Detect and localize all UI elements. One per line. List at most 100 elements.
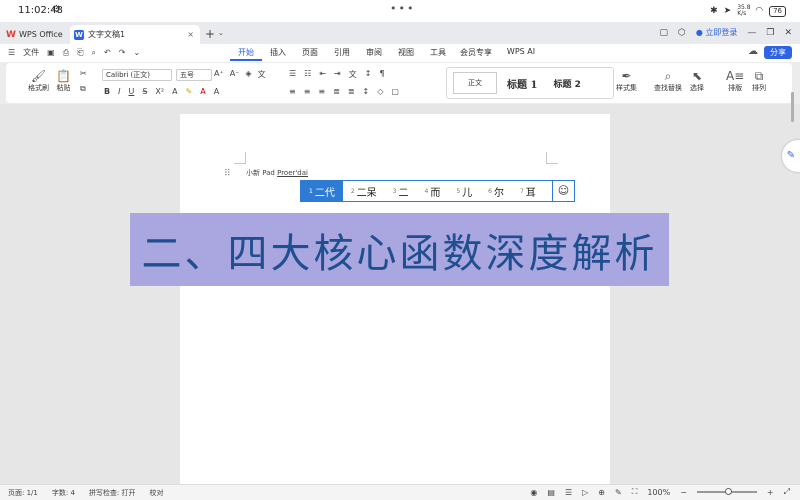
tab-page[interactable]: 页面 xyxy=(294,47,326,61)
tab-wps-ai[interactable]: WPS AI xyxy=(498,47,544,61)
skin-icon[interactable]: ⬡ xyxy=(678,28,686,38)
window-handle-dots[interactable]: ••• xyxy=(390,2,415,15)
eye-protection-icon[interactable]: ◉ xyxy=(530,488,537,497)
font-size-select[interactable]: 五号 xyxy=(176,69,212,81)
ime-candidate[interactable]: 5儿 xyxy=(448,181,480,201)
close-window-icon[interactable]: ✕ xyxy=(784,28,792,38)
save-icon[interactable]: ▣ xyxy=(47,48,55,57)
zoom-out-icon[interactable]: − xyxy=(680,488,687,497)
style-normal[interactable]: 正文 xyxy=(453,72,497,94)
font-color-icon[interactable]: A xyxy=(200,87,205,96)
cloud-sync-icon[interactable]: ☁ xyxy=(748,46,758,57)
text-effect-icon[interactable]: A xyxy=(172,87,177,96)
zoom-slider[interactable] xyxy=(696,488,757,495)
bullet-list-icon[interactable]: ☰ xyxy=(289,69,296,80)
ime-candidate[interactable]: 4而 xyxy=(416,181,448,201)
ime-candidate[interactable]: 6尔 xyxy=(480,181,512,201)
cut-icon[interactable]: ✂ xyxy=(80,69,87,78)
word-count[interactable]: 字数: 4 xyxy=(52,488,75,498)
login-button[interactable]: ● 立即登录 xyxy=(696,27,738,38)
page-count[interactable]: 页面: 1/1 xyxy=(8,488,38,498)
italic-icon[interactable]: I xyxy=(118,87,120,96)
preview-icon[interactable]: ⌕ xyxy=(92,48,96,58)
bold-icon[interactable]: B xyxy=(104,87,110,96)
align-left-icon[interactable]: ≡ xyxy=(289,87,296,96)
font-family-select[interactable]: Calibri (正文) xyxy=(102,69,172,81)
zoom-level[interactable]: 100% xyxy=(647,488,670,497)
fullscreen-icon[interactable]: ⛶ xyxy=(632,487,638,497)
write-mode-icon[interactable]: ✎ xyxy=(615,488,622,497)
copy-icon[interactable]: ⧉ xyxy=(80,84,87,94)
shading-icon[interactable]: ◇ xyxy=(377,87,383,96)
decrease-indent-icon[interactable]: ⇤ xyxy=(319,69,326,80)
new-tab-button[interactable]: + xyxy=(205,27,215,41)
typeset-button[interactable]: A≡ 排版 xyxy=(726,69,744,93)
paragraph-drag-handle-icon[interactable]: ⠿ xyxy=(224,169,231,179)
page-view-icon[interactable]: ▤ xyxy=(547,488,555,497)
strikethrough-icon[interactable]: S̶ xyxy=(142,87,147,96)
export-pdf-icon[interactable]: ⎙ xyxy=(63,48,69,58)
document-page[interactable] xyxy=(180,114,610,484)
clear-format-icon[interactable]: ◈ xyxy=(245,69,251,80)
style-heading-1[interactable]: 标题 1 xyxy=(507,76,537,91)
justify-icon[interactable]: ≣ xyxy=(333,87,340,96)
tab-home[interactable]: 开始 xyxy=(230,47,262,61)
emoji-icon[interactable]: ☺ xyxy=(552,181,574,201)
print-icon[interactable]: ⎗ xyxy=(77,48,83,58)
web-view-icon[interactable]: ⊕ xyxy=(598,488,605,497)
style-heading-2[interactable]: 标题 2 xyxy=(553,77,580,90)
spell-check-status[interactable]: 拼写检查: 打开 xyxy=(89,488,136,498)
ime-candidate[interactable]: 2 二呆 xyxy=(343,181,385,201)
align-center-icon[interactable]: ≡ xyxy=(304,87,311,96)
paste-button[interactable]: 📋 粘贴 xyxy=(56,69,71,93)
superscript-icon[interactable]: X² xyxy=(155,87,164,96)
tab-review[interactable]: 审阅 xyxy=(358,47,390,61)
ime-candidate[interactable]: 7耳 xyxy=(512,181,544,201)
chinese-layout-icon[interactable]: 文 xyxy=(349,69,357,80)
distributed-icon[interactable]: ≣ xyxy=(348,87,355,96)
maximize-icon[interactable]: ❐ xyxy=(766,28,774,38)
tab-references[interactable]: 引用 xyxy=(326,47,358,61)
char-border-icon[interactable]: A xyxy=(214,87,219,96)
outline-view-icon[interactable]: ☰ xyxy=(565,488,572,497)
fit-width-icon[interactable]: ⤢ xyxy=(784,487,790,497)
minimize-icon[interactable]: — xyxy=(747,28,756,38)
format-painter-button[interactable]: 🖌 格式刷 xyxy=(28,69,49,93)
tab-tools[interactable]: 工具 xyxy=(422,47,454,61)
close-tab-icon[interactable]: × xyxy=(187,30,194,39)
proofread-button[interactable]: 校对 xyxy=(150,488,164,498)
customize-toolbar-chevron-icon[interactable]: ⌄ xyxy=(133,48,140,57)
grow-font-icon[interactable]: A⁺ xyxy=(214,69,224,80)
zoom-slider-thumb[interactable] xyxy=(724,488,732,495)
restore-window-icon[interactable]: ▢ xyxy=(659,28,668,38)
tab-membership[interactable]: 会员专享 xyxy=(454,47,498,61)
align-right-icon[interactable]: ≡ xyxy=(318,87,325,96)
vertical-scrollbar[interactable] xyxy=(791,92,794,122)
sort-icon[interactable]: ↕ xyxy=(365,69,372,80)
redo-icon[interactable]: ↷ xyxy=(119,48,126,57)
shrink-font-icon[interactable]: A⁻ xyxy=(230,69,240,80)
undo-icon[interactable]: ↶ xyxy=(104,48,111,57)
tab-document[interactable]: W 文字文稿1 × xyxy=(70,25,200,44)
tab-insert[interactable]: 插入 xyxy=(262,47,294,61)
find-replace-button[interactable]: ⌕ 查找替换 xyxy=(654,69,682,93)
style-set-button[interactable]: ✒ 样式集 xyxy=(616,69,637,93)
play-icon[interactable]: ▷ xyxy=(582,488,588,497)
show-marks-icon[interactable]: ¶ xyxy=(379,69,384,80)
hamburger-menu-icon[interactable]: ☰ xyxy=(8,48,15,57)
file-menu[interactable]: 文件 xyxy=(23,47,39,58)
tab-wps-office[interactable]: W WPS Office xyxy=(6,25,68,44)
borders-icon[interactable]: ▢ xyxy=(391,87,399,96)
share-button[interactable]: 分享 xyxy=(764,46,792,59)
highlight-icon[interactable]: ✎ xyxy=(186,87,193,96)
zoom-in-icon[interactable]: + xyxy=(767,488,774,497)
line-spacing-icon[interactable]: ↕ xyxy=(363,87,370,96)
document-canvas[interactable] xyxy=(0,104,800,484)
select-button[interactable]: ⬉ 选择 xyxy=(690,69,704,93)
underline-icon[interactable]: U xyxy=(128,87,134,96)
ime-candidate[interactable]: 1 二代 xyxy=(301,181,343,201)
numbered-list-icon[interactable]: ☷ xyxy=(304,69,311,80)
phonetic-icon[interactable]: 文 xyxy=(258,69,266,80)
tab-view[interactable]: 视图 xyxy=(390,47,422,61)
ime-candidate[interactable]: 3二 xyxy=(385,181,417,201)
